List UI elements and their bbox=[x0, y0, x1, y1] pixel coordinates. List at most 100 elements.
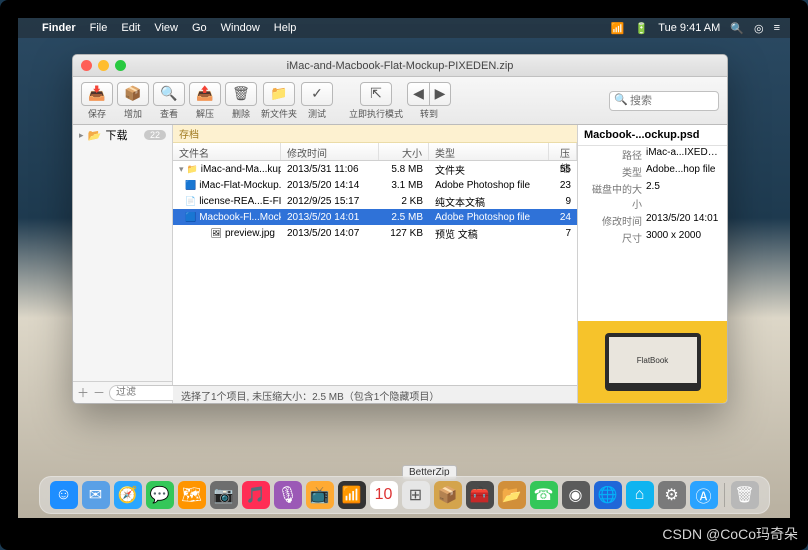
close-button[interactable] bbox=[81, 60, 92, 71]
zoom-button[interactable] bbox=[115, 60, 126, 71]
menu-help[interactable]: Help bbox=[274, 22, 297, 34]
spotlight-icon[interactable]: 🔍 bbox=[730, 22, 744, 35]
inspector-row: 类型Adobe...hop file bbox=[578, 163, 727, 180]
nav-fwd[interactable]: ▶ bbox=[429, 82, 451, 106]
tool-6[interactable]: ✓ bbox=[301, 82, 333, 106]
inspector-value: 2.5 bbox=[646, 181, 721, 211]
remove-button[interactable]: － bbox=[93, 384, 105, 401]
inspector-key: 尺寸 bbox=[584, 230, 642, 245]
disclosure-icon[interactable]: ▸ bbox=[79, 130, 84, 141]
dock-app[interactable]: ✉ bbox=[82, 481, 110, 509]
tool-0[interactable]: 📥 bbox=[81, 82, 113, 106]
tool-3[interactable]: 📤 bbox=[189, 82, 221, 106]
titlebar[interactable]: iMac-and-Macbook-Flat-Mockup-PIXEDEN.zip bbox=[73, 55, 727, 77]
dock-app[interactable]: 🗺 bbox=[178, 481, 206, 509]
dock-app[interactable]: 💬 bbox=[146, 481, 174, 509]
col-size[interactable]: 大小 bbox=[379, 143, 429, 160]
file-type: 预览 文稿 bbox=[429, 226, 549, 241]
inspector-key: 类型 bbox=[584, 164, 642, 179]
add-button[interactable]: ＋ bbox=[77, 384, 89, 401]
nav-back[interactable]: ◀ bbox=[407, 82, 429, 106]
sidebar-item-downloads[interactable]: ▸ 📂 下载 22 bbox=[73, 125, 172, 145]
file-comp: 9 bbox=[549, 196, 577, 207]
menu-file[interactable]: File bbox=[90, 22, 108, 34]
dock-app[interactable]: 🌐 bbox=[594, 481, 622, 509]
inspector-value: 3000 x 2000 bbox=[646, 230, 721, 245]
col-comp[interactable]: 压缩 bbox=[549, 143, 577, 160]
sidebar: ▸ 📂 下载 22 ＋ － bbox=[73, 125, 173, 403]
menu-view[interactable]: View bbox=[154, 22, 178, 34]
tool-exec[interactable]: ⇱ bbox=[360, 82, 392, 106]
dock-app[interactable]: 📶 bbox=[338, 481, 366, 509]
file-icon: 🖼 bbox=[211, 227, 222, 239]
file-date: 2012/9/25 15:17 bbox=[281, 196, 379, 207]
window-title: iMac-and-Macbook-Flat-Mockup-PIXEDEN.zip bbox=[287, 60, 514, 72]
table-row[interactable]: 🟦Macbook-Fl...Mockup.psd2013/5/20 14:012… bbox=[173, 209, 577, 225]
file-comp: 24 bbox=[549, 212, 577, 223]
tool-4[interactable]: 🗑 bbox=[225, 82, 257, 106]
table-row[interactable]: ▾📁iMac-and-Ma...kup-PIXEDEN2013/5/31 11:… bbox=[173, 161, 577, 177]
menu-window[interactable]: Window bbox=[221, 22, 260, 34]
col-type[interactable]: 类型 bbox=[429, 143, 549, 160]
tool-label: 保存 bbox=[88, 107, 106, 120]
dock-app[interactable]: 📦 bbox=[434, 481, 462, 509]
search-input[interactable] bbox=[609, 91, 719, 111]
dock-trash[interactable]: 🗑 bbox=[731, 481, 759, 509]
file-size: 5.8 MB bbox=[379, 164, 429, 175]
dock-app[interactable]: 🧰 bbox=[466, 481, 494, 509]
tool-label: 删除 bbox=[232, 107, 250, 120]
file-size: 3.1 MB bbox=[379, 180, 429, 191]
dock-app[interactable]: Ⓐ bbox=[690, 481, 718, 509]
siri-icon[interactable]: ◎ bbox=[754, 22, 764, 35]
dock-app[interactable]: ☎ bbox=[530, 481, 558, 509]
sidebar-badge: 22 bbox=[144, 130, 166, 140]
clock[interactable]: Tue 9:41 AM bbox=[658, 22, 720, 34]
dock-app[interactable]: ⚙ bbox=[658, 481, 686, 509]
dock-app[interactable]: 🎙 bbox=[274, 481, 302, 509]
dock-app[interactable]: ⌂ bbox=[626, 481, 654, 509]
dock-app[interactable]: 10 bbox=[370, 481, 398, 509]
toolbar: 📥保存📦增加🔍查看📤解压🗑删除📁新文件夹✓测试⇱立即执行模式◀▶转到 bbox=[73, 77, 727, 125]
file-size: 127 KB bbox=[379, 228, 429, 239]
sidebar-item-label: 下载 bbox=[106, 127, 128, 143]
inspector-key: 修改时间 bbox=[584, 213, 642, 228]
notification-icon[interactable]: ≡ bbox=[774, 22, 780, 34]
table-row[interactable]: 🟦iMac-Flat-Mockup.psd2013/5/20 14:143.1 … bbox=[173, 177, 577, 193]
app-menu[interactable]: Finder bbox=[42, 22, 76, 34]
file-size: 2.5 MB bbox=[379, 212, 429, 223]
tool-5[interactable]: 📁 bbox=[263, 82, 295, 106]
col-name[interactable]: 文件名 bbox=[173, 143, 281, 160]
inspector-key: 路径 bbox=[584, 147, 642, 162]
dock-app[interactable]: 🧭 bbox=[114, 481, 142, 509]
dock-app[interactable]: 🎵 bbox=[242, 481, 270, 509]
file-name: license-REA...E-FIRST.txt bbox=[199, 196, 281, 207]
inspector-value: iMac-a...IXEDEN bbox=[646, 147, 721, 162]
dock-app[interactable]: ◉ bbox=[562, 481, 590, 509]
disclosure-icon[interactable]: ▾ bbox=[179, 164, 184, 175]
dock-app[interactable]: 📺 bbox=[306, 481, 334, 509]
wifi-icon[interactable]: 📶 bbox=[611, 22, 625, 35]
inspector-row: 路径 iMac-a...IXEDEN bbox=[578, 146, 727, 163]
file-list: 存档 文件名 修改时间 大小 类型 压缩 ▾📁iMac-and-Ma...kup… bbox=[173, 125, 577, 403]
sidebar-footer: ＋ － bbox=[73, 381, 172, 403]
dock-app[interactable]: ⊞ bbox=[402, 481, 430, 509]
tool-2[interactable]: 🔍 bbox=[153, 82, 185, 106]
table-row[interactable]: 🖼preview.jpg2013/5/20 14:07127 KB预览 文稿7 bbox=[173, 225, 577, 241]
inspector-row: 磁盘中的大小2.5 bbox=[578, 180, 727, 212]
tool-label: 测试 bbox=[308, 107, 326, 120]
minimize-button[interactable] bbox=[98, 60, 109, 71]
file-type: 文件夹 bbox=[429, 162, 549, 177]
menu-edit[interactable]: Edit bbox=[121, 22, 140, 34]
col-date[interactable]: 修改时间 bbox=[281, 143, 379, 160]
dock-app[interactable]: 📂 bbox=[498, 481, 526, 509]
tool-1[interactable]: 📦 bbox=[117, 82, 149, 106]
file-icon: 📁 bbox=[187, 163, 198, 175]
battery-icon[interactable]: 🔋 bbox=[635, 22, 649, 35]
dock-app[interactable]: 📷 bbox=[210, 481, 238, 509]
file-name: Macbook-Fl...Mockup.psd bbox=[199, 212, 281, 223]
menu-go[interactable]: Go bbox=[192, 22, 207, 34]
file-type: Adobe Photoshop file bbox=[429, 212, 549, 223]
dock-app[interactable]: ☺ bbox=[50, 481, 78, 509]
table-row[interactable]: 📄license-REA...E-FIRST.txt2012/9/25 15:1… bbox=[173, 193, 577, 209]
menubar: Finder File Edit View Go Window Help 📶 🔋… bbox=[18, 18, 790, 38]
